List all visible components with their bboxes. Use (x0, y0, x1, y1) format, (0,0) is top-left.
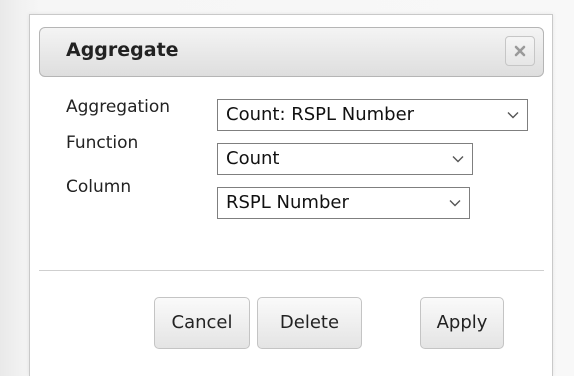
dialog-title: Aggregate (66, 39, 179, 61)
function-select-value: Count (226, 148, 280, 169)
aggregation-label: Aggregation (66, 97, 171, 117)
delete-button[interactable]: Delete (257, 297, 362, 349)
footer-divider (39, 270, 544, 271)
column-select[interactable]: RSPL Number (217, 187, 470, 219)
chevron-down-icon (452, 156, 464, 163)
function-label: Function (66, 133, 139, 153)
apply-button[interactable]: Apply (420, 297, 504, 349)
chevron-down-icon (507, 112, 519, 119)
column-select-value: RSPL Number (226, 192, 349, 213)
cancel-button[interactable]: Cancel (154, 297, 250, 349)
aggregate-dialog: Aggregate Aggregation Count: RSPL Number… (29, 14, 553, 376)
aggregation-select-value: Count: RSPL Number (226, 104, 415, 125)
column-label: Column (66, 177, 132, 197)
aggregation-select[interactable]: Count: RSPL Number (217, 99, 528, 131)
close-icon (514, 45, 526, 57)
chevron-down-icon (449, 200, 461, 207)
function-select[interactable]: Count (217, 143, 473, 175)
close-button[interactable] (505, 36, 535, 66)
dialog-titlebar: Aggregate (39, 27, 544, 77)
